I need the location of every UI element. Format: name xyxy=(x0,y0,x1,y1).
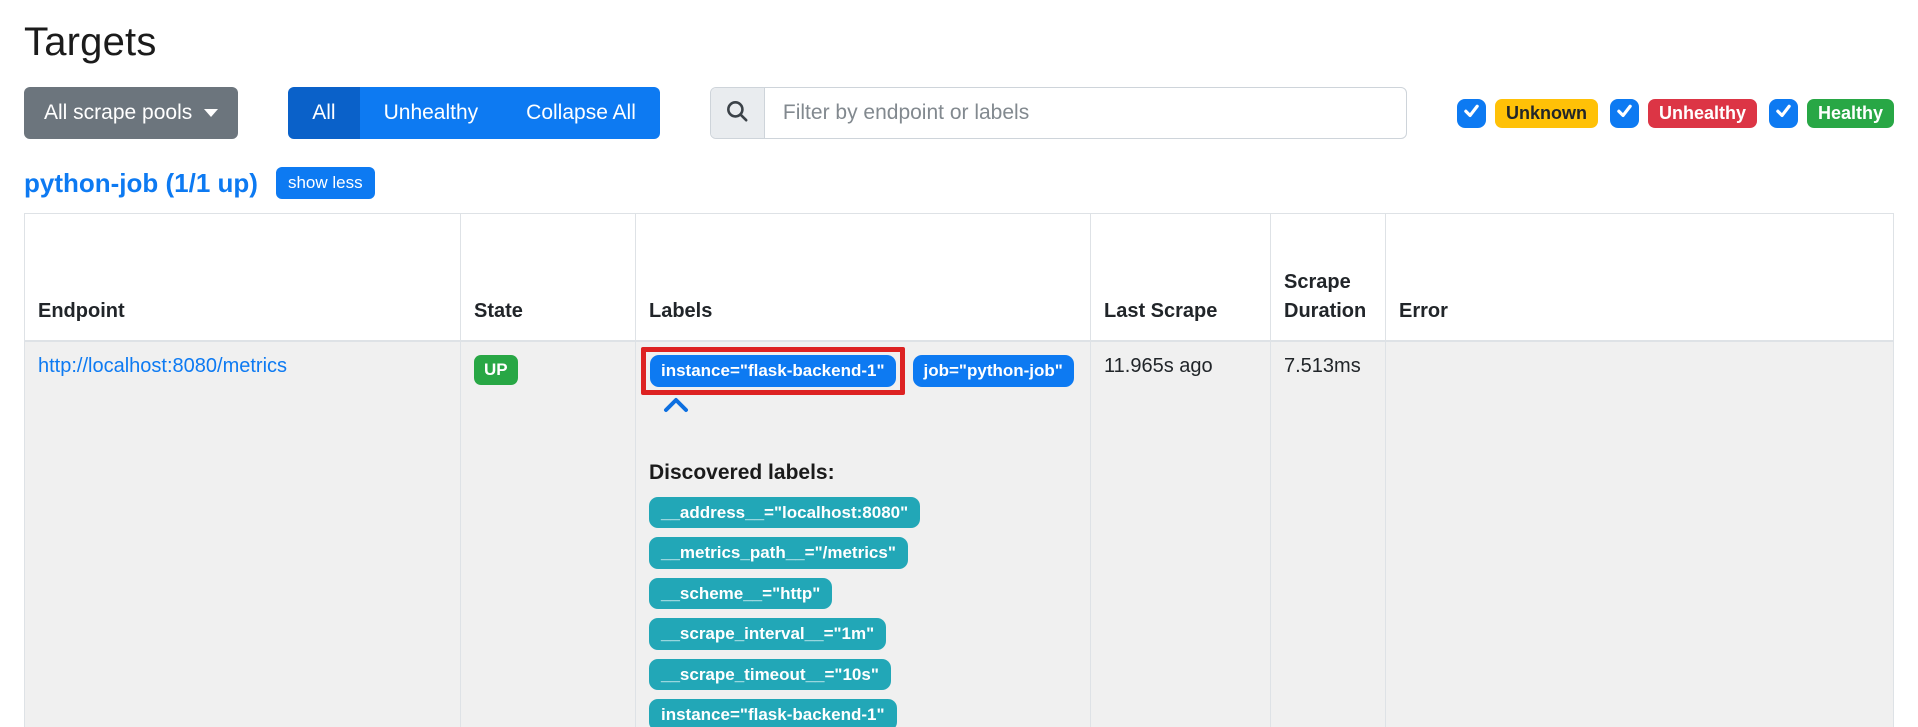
filter-button-unhealthy[interactable]: Unhealthy xyxy=(359,87,503,139)
discovered-label-badge-metrics-path: __metrics_path__="/metrics" xyxy=(649,537,908,569)
discovered-label-badge-scrape-timeout: __scrape_timeout__="10s" xyxy=(649,658,891,691)
unknown-checkbox[interactable] xyxy=(1456,98,1486,128)
column-header-scrape-duration: Scrape Duration xyxy=(1270,213,1386,342)
filter-button-all[interactable]: All xyxy=(288,87,360,139)
discovered-label-badge-instance: instance="flask-backend-1" xyxy=(649,699,897,727)
scrape-pools-dropdown[interactable]: All scrape pools xyxy=(24,87,239,139)
check-icon xyxy=(1616,102,1633,124)
search-input[interactable] xyxy=(764,88,1406,138)
targets-table: Endpoint State Labels Last Scrape Scrape Dur… xyxy=(24,213,1894,727)
discovered-labels-heading: Discovered labels: xyxy=(649,460,835,484)
target-filter-button-group: All Unhealthy Collapse All xyxy=(288,87,660,139)
scrape-duration-value: 7.513ms xyxy=(1284,355,1361,377)
job-title[interactable]: python-job (1/1 up) xyxy=(24,168,258,199)
state-filter-unhealthy: Unhealthy xyxy=(1609,98,1757,128)
caret-down-icon xyxy=(204,109,219,117)
healthy-checkbox[interactable] xyxy=(1768,98,1798,128)
job-section-header: python-job (1/1 up) show less xyxy=(24,167,1894,199)
unknown-badge[interactable]: Unknown xyxy=(1494,98,1598,128)
discovered-labels-list: __address__="localhost:8080" __metrics_pa… xyxy=(649,496,1077,727)
endpoint-cell: http://localhost:8080/metrics xyxy=(24,340,461,727)
unhealthy-badge[interactable]: Unhealthy xyxy=(1647,98,1757,128)
discovered-label-badge-address: __address__="localhost:8080" xyxy=(649,496,921,529)
column-header-state: State xyxy=(460,213,636,342)
state-filter-healthy: Healthy xyxy=(1768,98,1894,128)
last-scrape-cell: 11.965s ago xyxy=(1090,340,1271,727)
scrape-duration-cell: 7.513ms xyxy=(1270,340,1386,727)
error-cell xyxy=(1385,340,1894,727)
column-header-last-scrape: Last Scrape xyxy=(1090,213,1271,342)
search-icon xyxy=(724,98,750,129)
collapse-labels-toggle[interactable] xyxy=(663,397,689,413)
state-filter-unknown: Unknown xyxy=(1456,98,1598,128)
discovered-label-badge-scheme: __scheme__="http" xyxy=(649,577,833,610)
state-cell: UP xyxy=(460,340,636,727)
search-addon xyxy=(710,88,765,138)
filter-button-collapse-all[interactable]: Collapse All xyxy=(502,87,660,139)
healthy-badge[interactable]: Healthy xyxy=(1806,98,1894,128)
column-header-labels: Labels xyxy=(635,213,1091,342)
page-title: Targets xyxy=(24,20,157,64)
check-icon xyxy=(1463,102,1480,124)
endpoint-link[interactable]: http://localhost:8080/metrics xyxy=(38,355,287,377)
unhealthy-checkbox[interactable] xyxy=(1609,98,1639,128)
targets-page: Targets All scrape pools All Unhealthy Col… xyxy=(0,0,1918,727)
table-row: http://localhost:8080/metrics UP instanc… xyxy=(24,340,1894,727)
chevron-up-icon xyxy=(663,396,689,418)
toolbar: All scrape pools All Unhealthy Collapse Al… xyxy=(24,87,1894,139)
column-header-error: Error xyxy=(1385,213,1894,342)
column-header-endpoint: Endpoint xyxy=(24,213,461,342)
labels-cell: instance="flask-backend-1" job="python-jo… xyxy=(635,340,1091,727)
target-label-badge-instance[interactable]: instance="flask-backend-1" xyxy=(650,355,896,387)
show-less-button[interactable]: show less xyxy=(275,167,375,199)
target-labels: instance="flask-backend-1" job="python-jo… xyxy=(641,347,1077,395)
highlight-box: instance="flask-backend-1" xyxy=(641,347,905,395)
state-filters: Unknown Unhealthy Healthy xyxy=(1456,98,1894,128)
scrape-pools-dropdown-label: All scrape pools xyxy=(44,101,193,124)
last-scrape-value: 11.965s ago xyxy=(1104,355,1213,377)
table-header-row: Endpoint State Labels Last Scrape Scrape Dur… xyxy=(24,213,1894,342)
state-up-badge: UP xyxy=(474,355,518,385)
discovered-label-badge-scrape-interval: __scrape_interval__="1m" xyxy=(649,618,887,650)
check-icon xyxy=(1775,102,1792,124)
target-label-badge-job[interactable]: job="python-job" xyxy=(912,355,1074,387)
search-group xyxy=(709,87,1407,139)
